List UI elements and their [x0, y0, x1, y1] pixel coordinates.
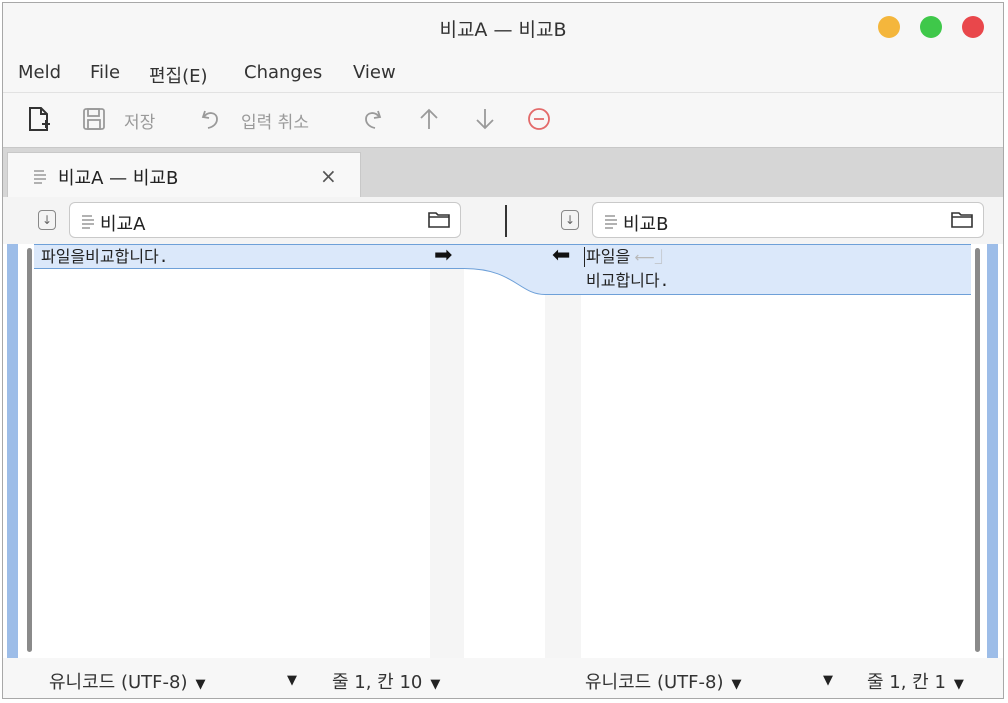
left-folder-icon[interactable]	[428, 210, 450, 228]
right-encoding-selector[interactable]: 유니코드 (UTF-8) ▼	[585, 668, 741, 694]
left-line-1: 파일을비교합니다.	[41, 247, 169, 266]
text-cursor	[584, 247, 585, 267]
save-icon[interactable]	[80, 105, 108, 133]
right-file-chooser[interactable]: 비교B	[592, 202, 984, 238]
right-file-name: 비교B	[623, 214, 669, 235]
right-position-label: 줄 1, 칸 1	[867, 672, 946, 693]
right-scrollbar[interactable]	[975, 248, 980, 652]
status-bar: 유니코드 (UTF-8) ▼ ▼ 줄 1, 칸 10 ▼ 유니코드 (UTF-8) ▼…	[3, 658, 1003, 698]
right-folder-icon[interactable]	[951, 210, 973, 228]
meld-window: 비교A — 비교B Meld File 편집(E) Changes View 저…	[2, 2, 1004, 699]
minimize-button[interactable]	[878, 16, 900, 38]
menu-changes[interactable]: Changes	[244, 62, 322, 83]
undo-icon[interactable]	[197, 105, 225, 133]
chevron-down-icon: ▼	[430, 677, 441, 692]
chevron-down-icon: ▼	[953, 677, 964, 692]
left-overview-map[interactable]	[7, 244, 18, 658]
diff-connector	[464, 244, 545, 295]
pane-divider-handle[interactable]	[505, 205, 507, 237]
document-icon	[34, 170, 46, 184]
right-encoding-label: 유니코드 (UTF-8)	[585, 672, 724, 693]
chevron-down-icon: ▼	[731, 677, 742, 692]
previous-change-icon[interactable]	[415, 105, 443, 133]
left-save-icon[interactable]: ↓	[38, 210, 56, 230]
menu-edit[interactable]: 편집(E)	[149, 62, 208, 88]
right-save-icon[interactable]: ↓	[561, 210, 579, 230]
menu-view[interactable]: View	[353, 62, 396, 83]
right-cursor-position[interactable]: 줄 1, 칸 1 ▼	[867, 668, 964, 694]
chevron-down-icon: ▼	[195, 677, 206, 692]
newline-marker-icon: ⟵⏌	[630, 250, 669, 266]
push-right-arrow-icon[interactable]: ➡	[434, 243, 452, 268]
left-document-icon	[82, 215, 94, 229]
maximize-button[interactable]	[920, 16, 942, 38]
window-title: 비교A — 비교B	[439, 19, 567, 41]
left-file-name: 비교A	[100, 214, 146, 235]
tab-close-icon[interactable]: ×	[320, 164, 337, 188]
new-comparison-icon[interactable]	[25, 105, 53, 133]
title-bar: 비교A — 비교B	[3, 3, 1003, 53]
right-line-1: 파일을	[586, 247, 631, 266]
push-left-arrow-icon[interactable]: ⬅	[552, 243, 570, 268]
diff-content: 파일을비교합니다. ➡ ⬅ 파일을 ⟵⏌ 비교합니다.	[3, 243, 1003, 658]
right-overview-map[interactable]	[987, 244, 998, 658]
right-gutter	[545, 244, 581, 658]
tab-strip: 비교A — 비교B ×	[3, 147, 1003, 198]
toolbar: 저장 입력 취소	[3, 93, 1003, 147]
menu-meld[interactable]: Meld	[18, 62, 61, 83]
path-bar: ↓ 비교A ↓ 비교B	[3, 197, 1003, 244]
right-line-2: 비교합니다.	[586, 271, 670, 290]
save-button-label[interactable]: 저장	[124, 108, 155, 133]
chevron-down-icon: ▼	[287, 673, 297, 688]
tab-comparison[interactable]: 비교A — 비교B ×	[7, 152, 361, 198]
left-text-pane[interactable]	[34, 244, 430, 658]
right-line-ending-selector[interactable]: ▼	[815, 668, 833, 689]
redo-icon[interactable]	[358, 105, 386, 133]
link-map	[464, 244, 545, 658]
right-document-icon	[605, 215, 617, 229]
close-button[interactable]	[962, 16, 984, 38]
left-encoding-selector[interactable]: 유니코드 (UTF-8) ▼	[49, 668, 205, 694]
left-scrollbar[interactable]	[27, 248, 32, 652]
menu-bar: Meld File 편집(E) Changes View	[3, 53, 1003, 93]
tab-title: 비교A — 비교B	[58, 168, 179, 189]
left-line-ending-selector[interactable]: ▼	[279, 668, 297, 689]
next-change-icon[interactable]	[471, 105, 499, 133]
left-file-chooser[interactable]: 비교A	[69, 202, 461, 238]
left-encoding-label: 유니코드 (UTF-8)	[49, 672, 188, 693]
stop-icon[interactable]	[525, 105, 553, 133]
right-line-1-wrap: 파일을 ⟵⏌	[586, 245, 669, 270]
right-text-pane[interactable]	[581, 244, 971, 658]
left-gutter	[430, 244, 464, 658]
chevron-down-icon: ▼	[823, 673, 833, 688]
left-position-label: 줄 1, 칸 10	[332, 672, 423, 693]
left-cursor-position[interactable]: 줄 1, 칸 10 ▼	[332, 668, 440, 694]
menu-file[interactable]: File	[90, 62, 120, 83]
undo-button-label[interactable]: 입력 취소	[241, 108, 309, 133]
